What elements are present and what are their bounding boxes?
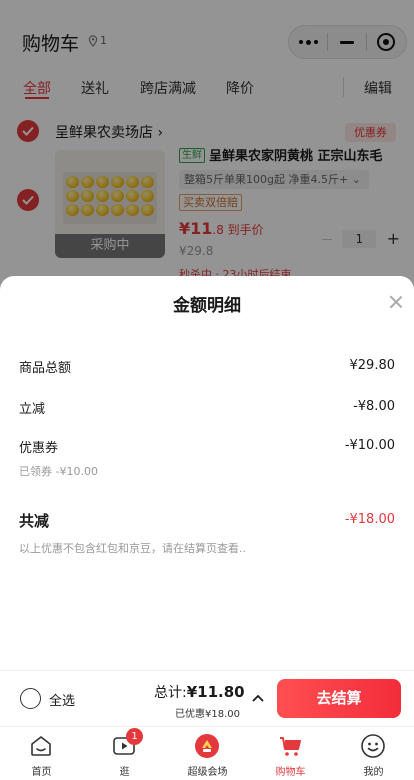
sheet-title: 金额明细 <box>173 296 241 316</box>
checkout-button[interactable]: 去结算 <box>277 679 401 718</box>
cart-icon <box>280 737 301 756</box>
tabbar-item-home[interactable]: 首页 <box>0 727 83 780</box>
bottom-tab-bar: 首页 1 逛 超级会场 购物车 我的 <box>0 726 414 780</box>
tabbar-label: 我的 <box>363 767 384 778</box>
profile-face-icon <box>361 734 385 758</box>
total-price: 总计:¥11.80 <box>154 683 245 701</box>
total-discount-value: -¥18.00 <box>344 512 395 527</box>
close-icon[interactable] <box>388 294 404 310</box>
notification-badge: 1 <box>126 728 143 745</box>
chevron-up-icon[interactable] <box>252 693 264 703</box>
checkout-bar: 全选 总计:¥11.80 已优惠¥18.00 去结算 <box>0 670 414 726</box>
select-all-radio[interactable] <box>20 688 41 709</box>
tabbar-label: 超级会场 <box>187 767 228 778</box>
row-instant-discount-label: 立减 <box>19 402 46 417</box>
row-instant-discount-value: -¥8.00 <box>353 399 395 414</box>
row-goods-total-label: 商品总额 <box>19 361 72 376</box>
tabbar-item-cart[interactable]: 购物车 <box>249 727 332 780</box>
row-goods-total-value: ¥29.80 <box>349 358 396 373</box>
cart-page: 购物车 1 全部 送礼 跨店满减 降价 编辑 呈鲜果农卖场店 › 优惠券 采购中… <box>0 0 414 780</box>
tabbar-item-super-venue[interactable]: 超级会场 <box>166 727 249 780</box>
row-coupon-sub: 已领券 -¥10.00 <box>19 465 98 478</box>
total-discount-label: 共减 <box>19 512 50 530</box>
discount-note: 以上优惠不包含红包和京豆，请在结算页查看.. <box>19 542 246 555</box>
tabbar-item-profile[interactable]: 我的 <box>332 727 414 780</box>
tabbar-label: 逛 <box>119 767 130 778</box>
tabbar-label: 购物车 <box>275 767 306 778</box>
saved-amount: 已优惠¥18.00 <box>175 709 240 720</box>
select-all-label[interactable]: 全选 <box>49 690 75 709</box>
row-coupon-label: 优惠券 <box>19 441 59 456</box>
tabbar-label: 首页 <box>31 767 52 778</box>
super-venue-icon <box>195 734 219 758</box>
home-icon <box>31 736 51 756</box>
tabbar-item-browse[interactable]: 1 逛 <box>83 727 166 780</box>
row-coupon-value: -¥10.00 <box>344 438 395 453</box>
